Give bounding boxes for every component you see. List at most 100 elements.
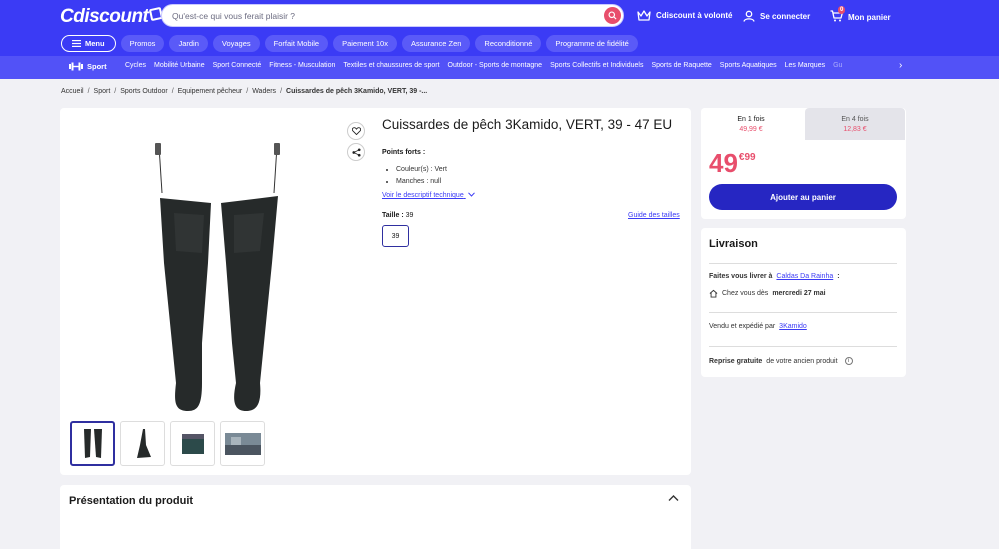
highlights-title: Points forts : bbox=[382, 149, 426, 156]
thumbnail-image[interactable] bbox=[120, 421, 165, 466]
chevron-right-icon[interactable]: › bbox=[899, 60, 902, 71]
price-card: En 1 fois 49,99 € En 4 fois 12,83 € 49€9… bbox=[701, 108, 906, 219]
delivery-title: Livraison bbox=[709, 238, 758, 250]
hamburger-icon bbox=[72, 40, 81, 47]
technical-description-label: Voir le descriptif technique bbox=[382, 192, 464, 199]
size-option-button[interactable]: 39 bbox=[382, 225, 409, 247]
product-title: Cuissardes de pêch 3Kamido, VERT, 39 - 4… bbox=[382, 117, 673, 132]
divider bbox=[709, 346, 897, 347]
category-list: Cycles Mobilité Urbaine Sport Connecté F… bbox=[125, 62, 842, 69]
cdiscount-a-volonte-label: Cdiscount à volonté bbox=[656, 11, 733, 20]
pill-forfait-mobile[interactable]: Forfait Mobile bbox=[264, 35, 329, 52]
size-label-text: Taille : bbox=[382, 212, 404, 219]
free-return-row: Reprise gratuite de votre ancien produit… bbox=[709, 357, 853, 365]
waders-material-thumbnail-image bbox=[181, 433, 204, 454]
tab-pay-four-times-price: 12,83 € bbox=[843, 126, 867, 133]
size-selected-value: 39 bbox=[405, 212, 414, 219]
waders-thumbnail-image bbox=[83, 428, 102, 458]
product-card: Cuissardes de pêch 3Kamido, VERT, 39 - 4… bbox=[60, 108, 691, 475]
delivery-card: Livraison Faites vous livrer à Caldas Da… bbox=[701, 228, 906, 377]
category-item-mobilite-urbaine[interactable]: Mobilité Urbaine bbox=[154, 62, 205, 69]
breadcrumb-separator: / bbox=[171, 88, 174, 95]
presentation-section[interactable]: Présentation du produit bbox=[60, 485, 691, 549]
category-item-outdoor[interactable]: Outdoor - Sports de montagne bbox=[448, 62, 543, 69]
search-input[interactable]: Qu'est-ce qui vous ferait plaisir ? bbox=[172, 11, 295, 21]
highlight-item: Couleur(s) : Vert bbox=[396, 164, 447, 176]
search-icon bbox=[608, 11, 617, 20]
category-current-sport[interactable]: Sport bbox=[69, 62, 107, 71]
product-price: 49€99 bbox=[709, 148, 756, 179]
category-item-sport-connecte[interactable]: Sport Connecté bbox=[213, 62, 262, 69]
tab-pay-four-times[interactable]: En 4 fois 12,83 € bbox=[805, 108, 905, 140]
share-button[interactable] bbox=[347, 143, 365, 161]
category-item-marques[interactable]: Les Marques bbox=[785, 62, 825, 69]
product-main-image[interactable] bbox=[150, 143, 290, 413]
info-icon[interactable]: i bbox=[844, 357, 853, 365]
search-bar[interactable]: Qu'est-ce qui vous ferait plaisir ? bbox=[161, 4, 624, 27]
menu-button[interactable]: Menu bbox=[61, 35, 116, 52]
logo-text: Cdiscount bbox=[60, 6, 149, 27]
category-item-textiles[interactable]: Textiles et chaussures de sport bbox=[343, 62, 439, 69]
pill-paiement-10x[interactable]: Paiement 10x bbox=[333, 35, 397, 52]
price-decimals: €99 bbox=[738, 152, 756, 163]
breadcrumb-item[interactable]: Waders bbox=[252, 88, 276, 95]
breadcrumb-item[interactable]: Sport bbox=[94, 88, 111, 95]
category-item-raquette[interactable]: Sports de Raquette bbox=[651, 62, 711, 69]
cdiscount-logo[interactable]: Cdiscount bbox=[60, 6, 164, 28]
quick-links: Menu Promos Jardin Voyages Forfait Mobil… bbox=[61, 35, 638, 52]
cart-label: Mon panier bbox=[848, 12, 891, 22]
cart-link[interactable]: 0 Mon panier bbox=[830, 6, 891, 24]
technical-description-link[interactable]: Voir le descriptif technique bbox=[382, 192, 475, 199]
home-icon bbox=[709, 289, 718, 298]
cdiscount-a-volonte-link[interactable]: Cdiscount à volonté bbox=[637, 10, 732, 21]
category-item-fitness[interactable]: Fitness - Musculation bbox=[269, 62, 335, 69]
breadcrumb-separator: / bbox=[280, 88, 283, 95]
divider bbox=[709, 312, 897, 313]
pill-promos[interactable]: Promos bbox=[120, 35, 165, 52]
category-item-aquatiques[interactable]: Sports Aquatiques bbox=[720, 62, 777, 69]
chevron-down-icon bbox=[467, 192, 475, 197]
divider bbox=[709, 263, 897, 264]
search-button[interactable] bbox=[604, 7, 621, 24]
delivery-location-row: Faites vous livrer à Caldas Da Rainha : bbox=[709, 273, 840, 280]
breadcrumb-separator: / bbox=[246, 88, 249, 95]
price-integer: 49 bbox=[709, 148, 738, 178]
breadcrumb-item[interactable]: Sports Outdoor bbox=[120, 88, 167, 95]
pill-programme-fidelite[interactable]: Programme de fidélité bbox=[546, 35, 638, 52]
seller-link[interactable]: 3Kamido bbox=[779, 323, 807, 330]
size-guide-link[interactable]: Guide des tailles bbox=[628, 212, 680, 219]
seller-prefix: Vendu et expédié par bbox=[709, 323, 776, 330]
delivery-city-link[interactable]: Caldas Da Rainha bbox=[776, 273, 833, 280]
thumbnail-image[interactable] bbox=[70, 421, 115, 466]
thumbnail-image[interactable] bbox=[220, 421, 265, 466]
add-to-cart-button[interactable]: Ajouter au panier bbox=[709, 184, 897, 210]
category-item-cycles[interactable]: Cycles bbox=[125, 62, 146, 69]
share-icon bbox=[351, 147, 361, 157]
tab-pay-once-price: 49,99 € bbox=[739, 126, 763, 133]
breadcrumb-item[interactable]: Equipement pêcheur bbox=[178, 88, 243, 95]
cart-icon-wrap: 0 bbox=[830, 6, 846, 24]
pill-voyages[interactable]: Voyages bbox=[212, 35, 260, 52]
category-current-label: Sport bbox=[87, 62, 107, 71]
highlight-item: Manches : null bbox=[396, 176, 447, 188]
home-delivery-row: Chez vous dès mercredi 27 mai bbox=[709, 289, 826, 298]
breadcrumb-separator: / bbox=[87, 88, 90, 95]
thumbnail-image[interactable] bbox=[170, 421, 215, 466]
delivery-location-prefix: Faites vous livrer à bbox=[709, 273, 773, 280]
pill-reconditionne[interactable]: Reconditionné bbox=[475, 35, 542, 52]
login-link[interactable]: Se connecter bbox=[743, 10, 810, 22]
pill-assurance-zen[interactable]: Assurance Zen bbox=[401, 35, 471, 52]
breadcrumb-item[interactable]: Accueil bbox=[61, 88, 84, 95]
highlights-list: Couleur(s) : Vert Manches : null bbox=[396, 164, 447, 188]
tab-pay-once[interactable]: En 1 fois 49,99 € bbox=[701, 108, 801, 140]
wishlist-button[interactable] bbox=[347, 122, 365, 140]
menu-label: Menu bbox=[85, 39, 105, 48]
tab-pay-once-label: En 1 fois bbox=[737, 116, 765, 123]
category-item-truncated[interactable]: Gu bbox=[833, 62, 842, 69]
category-item-collectifs[interactable]: Sports Collectifs et Individuels bbox=[550, 62, 643, 69]
category-bar: Sport Cycles Mobilité Urbaine Sport Conn… bbox=[0, 56, 999, 79]
cart-count-badge: 0 bbox=[838, 6, 846, 14]
chevron-up-icon[interactable] bbox=[668, 494, 679, 502]
home-delivery-prefix: Chez vous dès bbox=[722, 290, 769, 297]
pill-jardin[interactable]: Jardin bbox=[169, 35, 208, 52]
